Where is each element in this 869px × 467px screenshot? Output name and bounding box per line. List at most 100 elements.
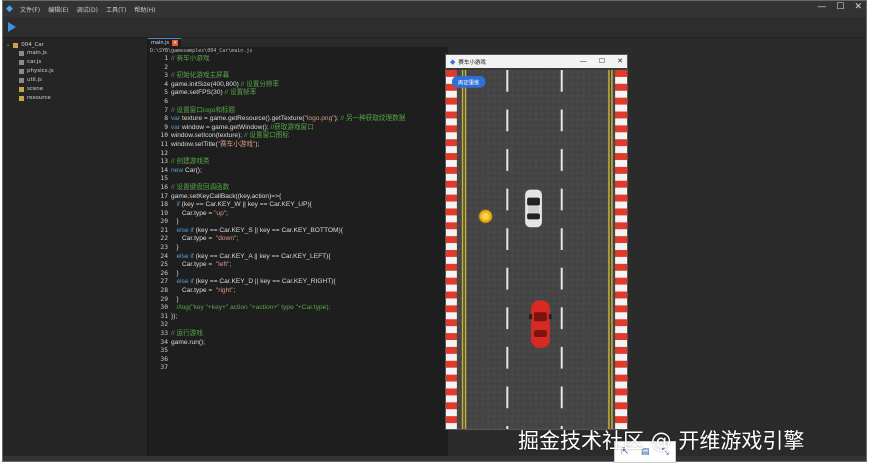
code-line[interactable]: } (171, 244, 448, 253)
line-number: 11 (160, 140, 168, 148)
code-line[interactable]: // 赛车小游戏 (171, 55, 448, 64)
line-numbers: 1 2 3 4 5 6 7 8 9 10 11 12 13 14 15 16 17 18 19 20 21 22 23 24 2… (148, 55, 168, 373)
tree-item-label: main.js (27, 50, 47, 56)
tree-item-car-js[interactable]: car.js (19, 58, 41, 66)
tree-item-label: physics.js (27, 68, 54, 74)
game-window-title: 赛车小游戏 (458, 59, 486, 66)
line-number: 28 (160, 287, 168, 295)
code-line[interactable]: // 设置窗口logo和标题 (171, 107, 448, 116)
code-line[interactable] (171, 356, 448, 365)
code-area[interactable]: // 赛车小游戏 // 初始化游戏主屏幕 game.initSize(400,800… (171, 55, 448, 373)
code-line[interactable]: window.setTitle("赛车小游戏"); (171, 141, 448, 150)
right-curb (615, 69, 627, 429)
code-line[interactable]: //log("key "+key+" action "+action+" typ… (171, 304, 448, 313)
tree-root[interactable]: ⌄ 004_Car (6, 41, 44, 49)
line-number: 24 (160, 252, 168, 260)
code-line[interactable]: Car.type = "down"; (171, 235, 448, 244)
code-editor[interactable]: main.js × D:\SYB\gamesamples\004_Car\mai… (148, 38, 448, 458)
code-line[interactable]: game.run(); (171, 339, 448, 348)
code-line[interactable]: // 创建游戏类 (171, 158, 448, 167)
tab-label: main.js (151, 40, 170, 46)
code-line[interactable]: // 初始化游戏主屏幕 (171, 72, 448, 81)
tab-close-icon[interactable]: × (172, 40, 179, 46)
code-line[interactable]: } (171, 296, 448, 305)
code-line[interactable]: new Car(); (171, 167, 448, 176)
tree-root-label: 004_Car (21, 42, 44, 48)
title-bar: ◆ 文件(F) 编辑(E) 调试(D) 工具(T) 帮助(H) — ☐ ✕ (3, 1, 866, 17)
run-icon[interactable] (8, 22, 16, 32)
code-line[interactable] (171, 347, 448, 356)
code-line[interactable]: }); (171, 313, 448, 322)
file-icon (19, 50, 24, 56)
code-line[interactable]: } (171, 218, 448, 227)
code-line[interactable]: if (key == Car.KEY_W || key == Car.KEY_U… (171, 201, 448, 210)
code-line[interactable]: window.setIcon(texture); // 设置窗口图标 (171, 132, 448, 141)
code-token: ); (255, 140, 260, 148)
line-number: 1 (164, 55, 168, 62)
menu-debug[interactable]: 调试(D) (77, 5, 98, 14)
code-line[interactable] (171, 150, 448, 159)
code-line[interactable]: var texture = game.getResource().getText… (171, 115, 448, 124)
code-token: ; (226, 209, 228, 217)
close-button[interactable]: ✕ (854, 2, 862, 12)
code-token: game.setKeyCallBack((key,action)=>{ (171, 192, 282, 200)
code-line[interactable]: Car.type = "right"; (171, 287, 448, 296)
code-token: else if (176, 226, 194, 234)
code-line[interactable]: } (171, 270, 448, 279)
code-token: ; (233, 287, 236, 295)
tree-item-physics-js[interactable]: physics.js (19, 67, 54, 75)
code-line[interactable]: Car.type = "left"; (171, 261, 448, 270)
code-token: (key == Car.KEY_A || key == Car.KEY_LEFT… (193, 252, 331, 260)
tree-item-resource[interactable]: resource (19, 94, 51, 102)
menu-help[interactable]: 帮助(H) (134, 5, 155, 14)
code-line[interactable] (171, 98, 448, 107)
code-line[interactable] (171, 64, 448, 73)
road-surface (446, 69, 627, 429)
menu-file[interactable]: 文件(F) (20, 5, 40, 14)
code-line[interactable]: else if (key == Car.KEY_D || key == Car.… (171, 278, 448, 287)
line-number: 31 (160, 312, 168, 320)
code-line[interactable]: // 运行游戏 (171, 330, 448, 339)
game-close-button[interactable]: ✕ (617, 57, 623, 65)
tab-main-js[interactable]: main.js × (148, 38, 182, 47)
code-line[interactable]: // 设置键盘回调函数 (171, 184, 448, 193)
line-number: 7 (164, 106, 168, 114)
line-number: 19 (160, 209, 168, 217)
code-line[interactable]: game.setKeyCallBack((key,action)=>{ (171, 193, 448, 202)
code-line[interactable]: Car.type = "up"; (171, 210, 448, 219)
code-line[interactable]: else if (key == Car.KEY_S || key == Car.… (171, 227, 448, 236)
code-line[interactable]: game.setFPS(30) // 设置帧率 (171, 89, 448, 98)
line-number: 35 (160, 347, 168, 355)
tree-item-main-js[interactable]: main.js (19, 49, 47, 57)
folder-icon (19, 95, 24, 101)
game-window[interactable]: ◆ 赛车小游戏 — ☐ ✕ 再定重练 (445, 54, 628, 430)
line-number: 2 (164, 63, 168, 71)
game-maximize-button[interactable]: ☐ (599, 57, 605, 65)
code-token: (key == Car.KEY_W || key == Car.KEY_UP){ (179, 201, 312, 209)
game-minimize-button[interactable]: — (580, 57, 587, 65)
right-edge-line (608, 69, 610, 429)
code-token: } (171, 269, 179, 277)
code-line[interactable]: else if (key == Car.KEY_A || key == Car.… (171, 253, 448, 262)
code-token: "left" (215, 261, 230, 269)
code-line[interactable] (171, 175, 448, 184)
code-token: //获取游戏窗口 (268, 123, 314, 131)
line-number: 23 (160, 244, 168, 252)
tree-item-scene[interactable]: scene (19, 85, 43, 93)
left-edge-line (461, 69, 464, 429)
code-line[interactable] (171, 321, 448, 330)
left-edge-line-2 (464, 69, 467, 429)
code-line[interactable] (171, 364, 448, 373)
menu-edit[interactable]: 编辑(E) (48, 5, 68, 14)
minimize-button[interactable]: — (817, 2, 826, 12)
code-token: else if (176, 278, 194, 286)
line-number: 18 (160, 201, 168, 209)
tree-item-util-js[interactable]: util.js (19, 76, 42, 84)
chevron-down-icon[interactable]: ⌄ (6, 42, 10, 48)
maximize-button[interactable]: ☐ (836, 2, 844, 12)
tree-item-label: scene (27, 86, 44, 92)
game-canvas[interactable]: 再定重练 (446, 68, 627, 430)
file-icon (19, 68, 24, 74)
code-token: // 运行游戏 (171, 330, 203, 337)
menu-tools[interactable]: 工具(T) (106, 5, 126, 14)
